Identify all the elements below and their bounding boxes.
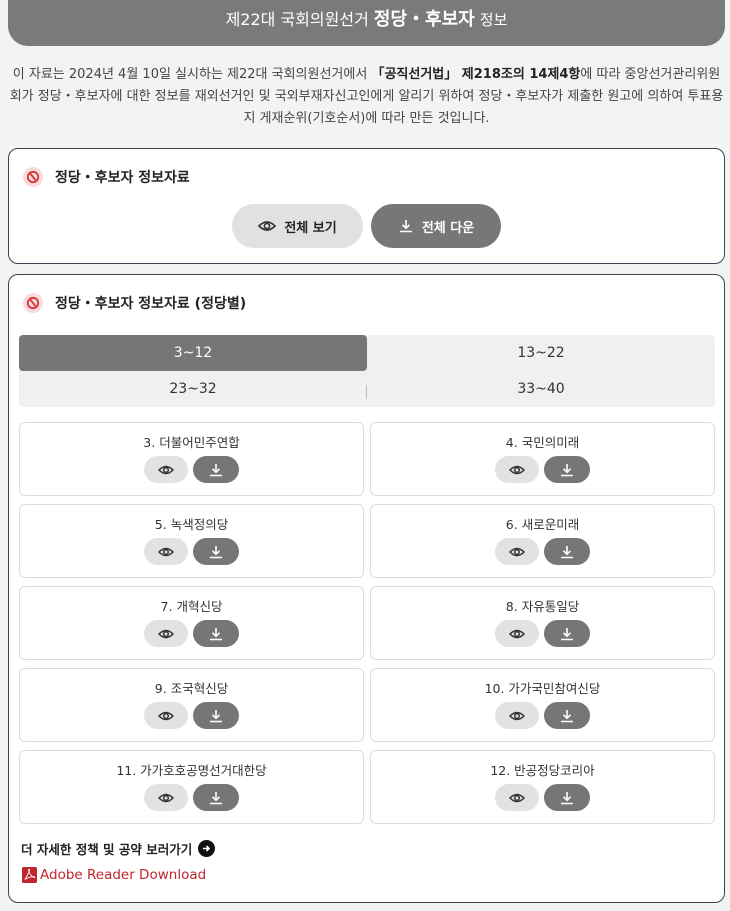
party-name: 6. 새로운미래	[505, 517, 580, 532]
ballot-stamp-icon	[23, 167, 43, 187]
eye-icon	[509, 793, 525, 802]
eye-icon	[158, 547, 174, 556]
party-view-button[interactable]	[144, 538, 188, 565]
party-view-button[interactable]	[144, 456, 188, 483]
party-view-button[interactable]	[144, 784, 188, 811]
eye-icon	[509, 711, 525, 720]
party-view-button[interactable]	[144, 620, 188, 647]
eye-icon	[509, 547, 525, 556]
party-view-button[interactable]	[495, 456, 539, 483]
party-card: 8. 자유통일당	[370, 586, 715, 660]
header-title-suffix: 정보	[479, 11, 508, 29]
party-download-button[interactable]	[544, 456, 590, 483]
party-materials-title: 정당・후보자 정보자료 (정당별)	[23, 293, 246, 313]
party-card: 10. 가가국민참여신당	[370, 668, 715, 742]
download-icon	[210, 545, 222, 558]
party-name: 9. 조국혁신당	[154, 681, 229, 696]
download-icon	[561, 463, 573, 476]
party-card: 9. 조국혁신당	[19, 668, 364, 742]
party-name: 7. 개혁신당	[160, 599, 223, 614]
download-icon	[561, 627, 573, 640]
party-download-button[interactable]	[193, 620, 239, 647]
download-icon	[210, 791, 222, 804]
all-materials-title-text: 정당・후보자 정보자료	[55, 170, 190, 186]
intro-text-a: 이 자료는 2024년 4월 10일 실시하는 제22대 국회의원선거에서	[12, 67, 372, 82]
party-name: 10. 가가국민참여신당	[484, 681, 601, 696]
party-view-button[interactable]	[495, 702, 539, 729]
download-icon	[398, 218, 422, 234]
party-download-button[interactable]	[193, 702, 239, 729]
party-view-button[interactable]	[495, 784, 539, 811]
header-election-name: 제22대 국회의원선거	[225, 10, 369, 29]
download-icon	[561, 545, 573, 558]
more-policies-link[interactable]: 더 자세한 정책 및 공약 보러가기	[21, 839, 216, 858]
party-materials-title-text: 정당・후보자 정보자료 (정당별)	[55, 296, 247, 312]
party-view-button[interactable]	[495, 538, 539, 565]
download-icon	[561, 709, 573, 722]
party-name: 8. 자유통일당	[505, 599, 580, 614]
party-download-button[interactable]	[544, 620, 590, 647]
party-download-button[interactable]	[544, 784, 590, 811]
view-all-label: 전체 보기	[284, 220, 337, 236]
tab-33-40[interactable]: 33~40	[367, 371, 715, 407]
adobe-pdf-icon	[22, 867, 37, 883]
eye-icon	[258, 219, 284, 233]
party-download-button[interactable]	[193, 538, 239, 565]
party-view-button[interactable]	[495, 620, 539, 647]
party-name: 3. 더불어민주연합	[143, 435, 240, 450]
adobe-reader-download-link[interactable]: Adobe Reader Download	[22, 867, 206, 883]
intro-law-reference: 「공직선거법」 제218조의 14제4항	[371, 67, 581, 82]
party-card: 5. 녹색정의당	[19, 504, 364, 578]
party-name: 11. 가가호호공명선거대한당	[116, 763, 267, 778]
party-card: 12. 반공정당코리아	[370, 750, 715, 824]
download-all-button[interactable]: 전체 다운	[371, 204, 501, 248]
party-card: 4. 국민의미래	[370, 422, 715, 496]
intro-paragraph: 이 자료는 2024년 4월 10일 실시하는 제22대 국회의원선거에서 「공…	[8, 64, 725, 130]
adobe-reader-label: Adobe Reader Download	[40, 867, 207, 883]
eye-icon	[158, 629, 174, 638]
party-name: 5. 녹색정의당	[154, 517, 229, 532]
eye-icon	[509, 629, 525, 638]
party-download-button[interactable]	[193, 784, 239, 811]
download-all-label: 전체 다운	[421, 220, 475, 236]
view-all-button[interactable]: 전체 보기	[232, 204, 363, 248]
party-card: 6. 새로운미래	[370, 504, 715, 578]
party-name: 12. 반공정당코리아	[490, 763, 595, 778]
download-icon	[210, 463, 222, 476]
all-materials-title: 정당・후보자 정보자료	[23, 167, 190, 187]
tab-23-32[interactable]: 23~32	[19, 371, 367, 407]
party-card: 11. 가가호호공명선거대한당	[19, 750, 364, 824]
range-tabs: 3~12 13~22 23~32 33~40	[19, 335, 715, 407]
all-materials-card: 정당・후보자 정보자료 전체 보기 전체 다운	[8, 148, 725, 264]
party-download-button[interactable]	[193, 456, 239, 483]
more-policies-label: 더 자세한 정책 및 공약 보러가기	[21, 842, 193, 857]
eye-icon	[158, 465, 174, 474]
party-card: 7. 개혁신당	[19, 586, 364, 660]
download-icon	[210, 627, 222, 640]
party-card: 3. 더불어민주연합	[19, 422, 364, 496]
party-download-button[interactable]	[544, 702, 590, 729]
tab-3-12[interactable]: 3~12	[19, 335, 367, 371]
party-download-button[interactable]	[544, 538, 590, 565]
arrow-right-icon	[198, 840, 216, 857]
download-icon	[210, 709, 222, 722]
eye-icon	[158, 793, 174, 802]
ballot-stamp-icon	[23, 293, 43, 313]
tab-13-22[interactable]: 13~22	[367, 335, 715, 371]
tab-divider	[366, 385, 367, 399]
download-icon	[561, 791, 573, 804]
header-title-bold: 정당・후보자	[373, 9, 475, 30]
eye-icon	[509, 465, 525, 474]
party-view-button[interactable]	[144, 702, 188, 729]
eye-icon	[158, 711, 174, 720]
page-header: 제22대 국회의원선거 정당・후보자 정보	[8, 0, 725, 46]
party-name: 4. 국민의미래	[505, 435, 580, 450]
party-materials-card: 정당・후보자 정보자료 (정당별) 3~12 13~22 23~32 33~40…	[8, 274, 725, 903]
